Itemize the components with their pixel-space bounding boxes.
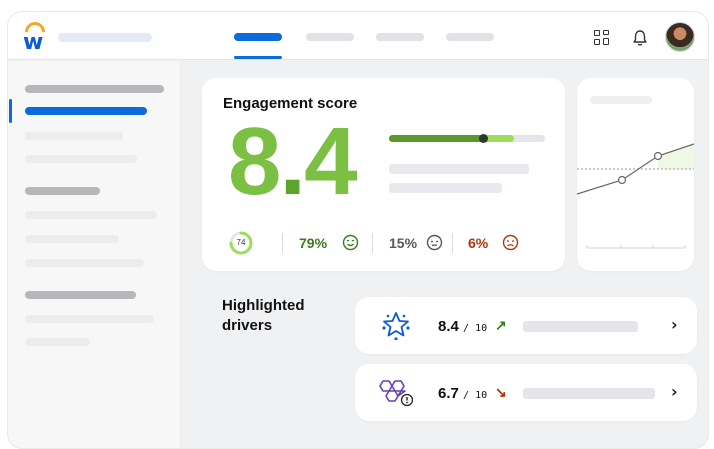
user-avatar[interactable] — [665, 22, 695, 52]
driver-score: 6.7 / 10 — [438, 385, 487, 402]
top-bar: w — [8, 12, 708, 60]
sidebar-item[interactable] — [25, 155, 137, 163]
unfavorable-percent: 6% — [468, 235, 489, 251]
summary-placeholder-line — [389, 183, 502, 193]
engagement-score-value: 8.4 — [228, 108, 357, 215]
divider — [282, 233, 283, 253]
sidebar-section-header-2 — [25, 187, 100, 195]
sidebar-active-indicator — [9, 99, 12, 123]
driver-name-placeholder — [523, 321, 638, 332]
logo-letter: w — [23, 30, 44, 55]
driver-score-scale: / 10 — [463, 323, 488, 334]
participation-value: 74 — [236, 238, 246, 247]
score-progress-bar — [389, 134, 545, 143]
bell-icon[interactable] — [632, 29, 648, 47]
brand-name-placeholder — [58, 33, 152, 42]
sidebar-item[interactable] — [25, 211, 157, 219]
sidebar-item-active[interactable] — [25, 107, 147, 115]
divider — [372, 233, 373, 253]
nav-tab-2[interactable] — [306, 33, 354, 41]
trend-down-arrow-icon: ↘ — [495, 384, 507, 400]
driver-score-scale: / 10 — [463, 390, 488, 401]
sentiment-stats-row: 74 79% 15% 6% — [229, 231, 549, 255]
workday-logo[interactable]: w — [20, 17, 50, 55]
app-window: w Engagement score 8.4 74 79% 15% 6% Hig… — [8, 12, 708, 448]
sidebar-section-header-1 — [25, 85, 164, 93]
happy-face-icon — [342, 234, 359, 251]
favorable-percent: 79% — [299, 235, 328, 251]
driver-score: 8.4 / 10 — [438, 318, 487, 335]
chevron-right-icon[interactable]: › — [671, 382, 678, 401]
driver-score-value: 6.7 — [438, 385, 459, 402]
score-progress-dark-segment — [389, 135, 483, 142]
star-badge-icon — [382, 312, 410, 340]
sidebar-item[interactable] — [25, 235, 119, 243]
nav-tab-4[interactable] — [446, 33, 494, 41]
nav-tab-3[interactable] — [376, 33, 424, 41]
apps-grid-icon[interactable] — [594, 30, 610, 46]
neutral-percent: 15% — [389, 235, 418, 251]
sad-face-icon — [502, 234, 519, 251]
trend-up-arrow-icon: ↗ — [495, 317, 507, 333]
neutral-face-icon — [426, 234, 443, 251]
score-progress-fill — [389, 135, 514, 142]
sidebar-section-header-3 — [25, 291, 136, 299]
trend-highlight-area — [658, 144, 694, 169]
driver-card-1[interactable]: 8.4 / 10 ↗ › — [355, 297, 697, 354]
sidebar-item[interactable] — [25, 259, 144, 267]
highlighted-drivers-title: Highlighted drivers — [222, 297, 305, 334]
sidebar-item[interactable] — [25, 338, 90, 346]
summary-placeholder-line — [389, 164, 529, 174]
driver-name-placeholder — [523, 388, 655, 399]
sidebar — [8, 61, 181, 448]
driver-score-value: 8.4 — [438, 318, 459, 335]
nav-tab-active[interactable] — [234, 33, 282, 41]
hexagon-warning-icon — [379, 380, 413, 407]
score-progress-marker — [478, 134, 488, 143]
divider — [452, 233, 453, 253]
trend-chart-card[interactable] — [577, 78, 694, 271]
trend-point — [653, 151, 663, 161]
chart-title-placeholder — [590, 96, 652, 104]
chevron-right-icon[interactable]: › — [671, 315, 678, 334]
engagement-score-card[interactable]: Engagement score 8.4 74 79% 15% 6% — [202, 78, 565, 271]
nav-tab-underline — [234, 56, 282, 59]
driver-card-2[interactable]: 6.7 / 10 ↘ › — [355, 364, 697, 421]
sidebar-item[interactable] — [25, 132, 123, 140]
trend-chart — [577, 143, 694, 249]
trend-point — [617, 175, 627, 185]
sidebar-item[interactable] — [25, 315, 154, 323]
